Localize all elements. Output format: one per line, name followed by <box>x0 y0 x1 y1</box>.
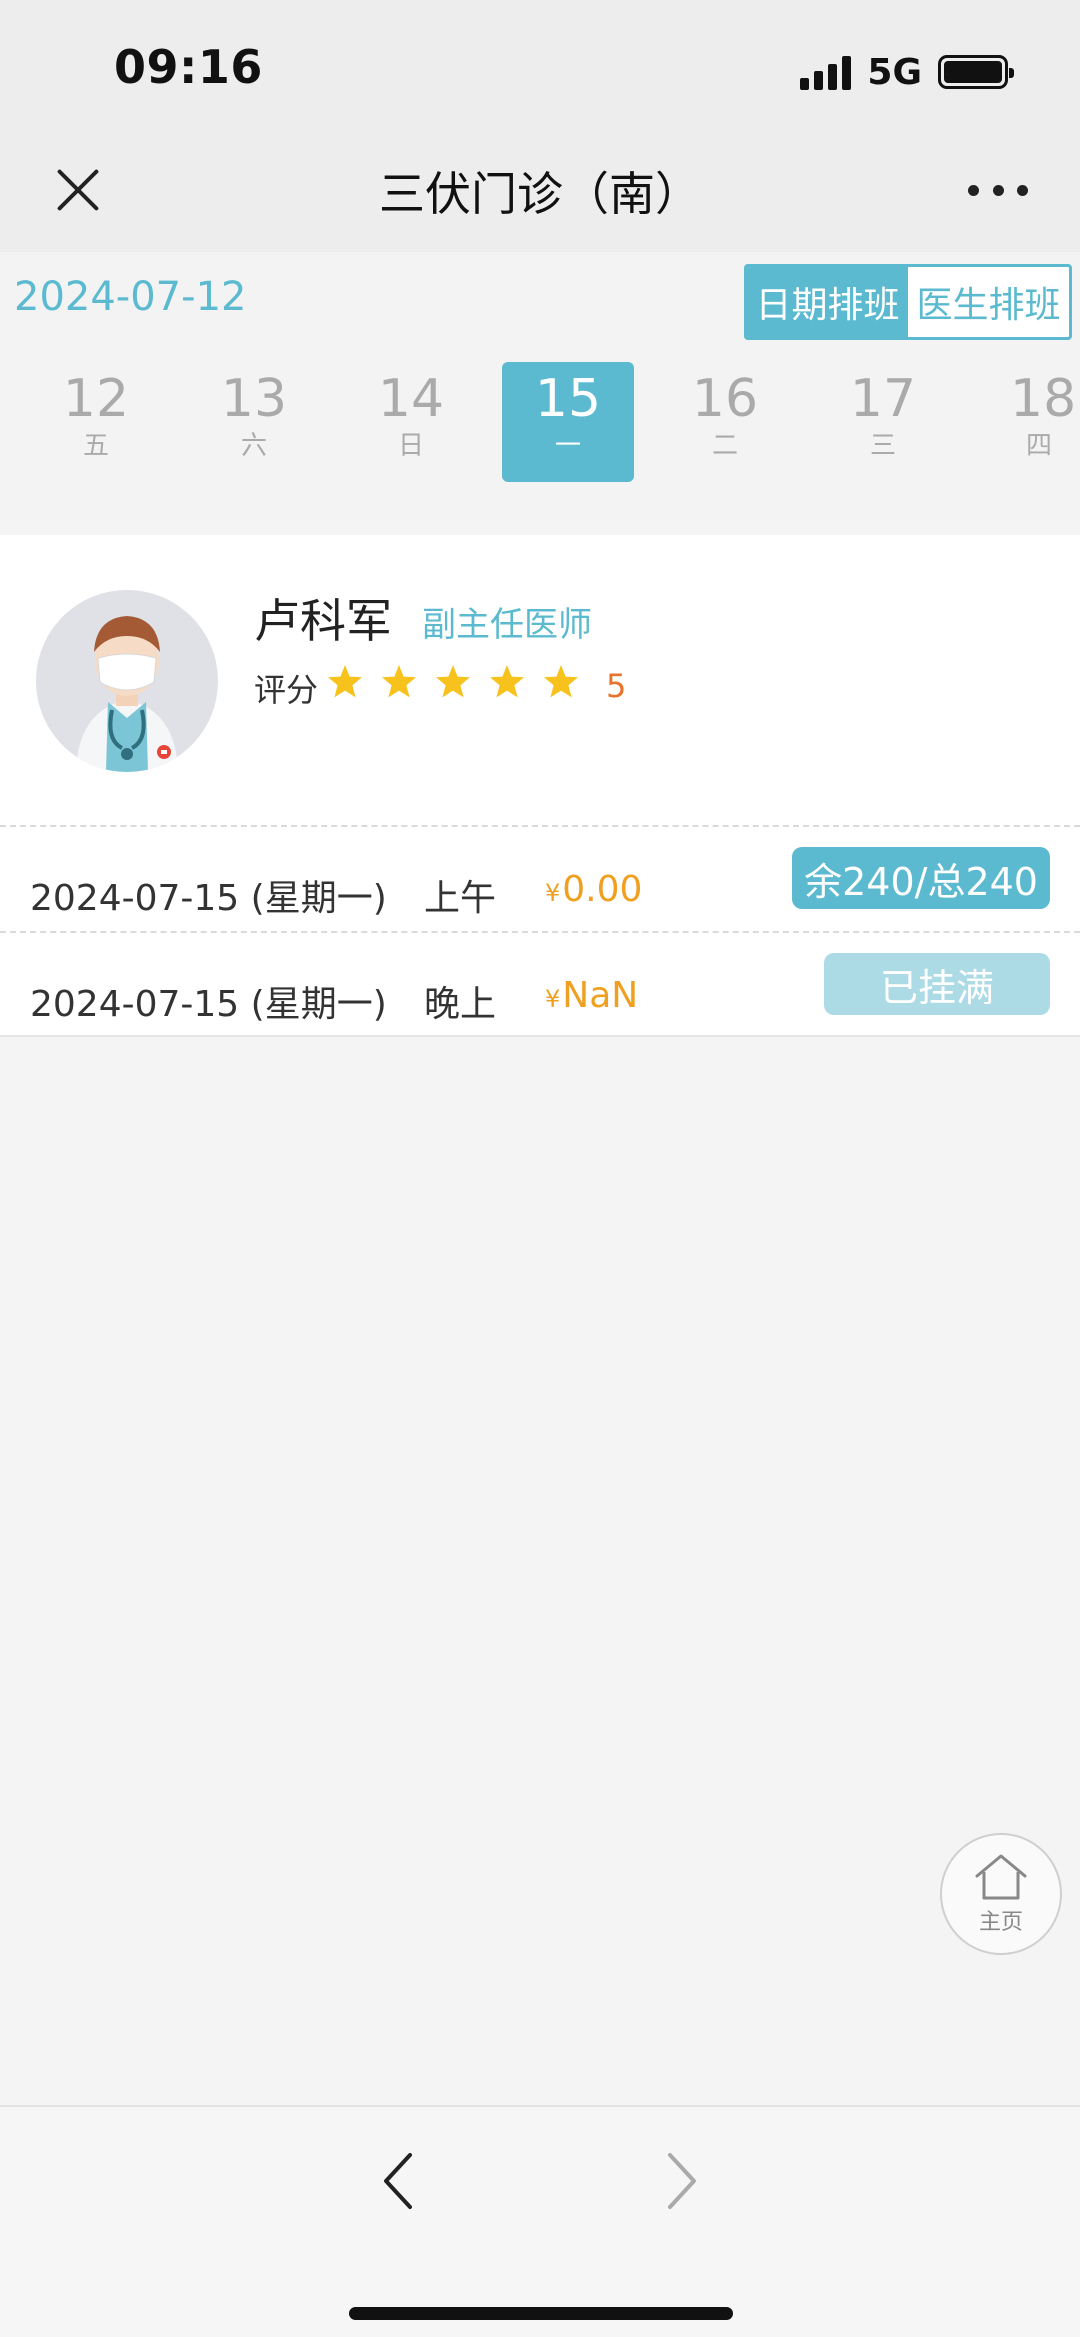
top-header: 09:16 5G 三伏门诊（南） <box>0 0 1080 252</box>
schedule-date: 2024-07-15 (星期一) <box>30 878 387 919</box>
star-icon <box>544 665 578 698</box>
network-label: 5G <box>867 51 922 93</box>
day-item[interactable]: 17 三 <box>817 362 949 482</box>
schedule-list: 2024-07-15 (星期一) 上午 ¥0.00 余240/总240 2024… <box>0 825 1080 1037</box>
schedule-date: 2024-07-15 (星期一) <box>30 984 387 1025</box>
doctor-name: 卢科军 <box>254 594 392 648</box>
home-indicator <box>349 2307 733 2320</box>
day-item[interactable]: 13 六 <box>188 362 320 482</box>
slot-availability-badge[interactable]: 余240/总240 <box>792 847 1050 909</box>
tab-doctor-schedule[interactable]: 医生排班 <box>908 267 1069 337</box>
doctor-card[interactable]: 卢科军 副主任医师 评分 5 <box>0 535 1080 825</box>
day-item[interactable]: 16 二 <box>659 362 791 482</box>
tab-date-schedule[interactable]: 日期排班 <box>747 267 908 337</box>
rating-value: 5 <box>606 667 627 705</box>
battery-icon <box>938 55 1014 89</box>
day-item[interactable]: 18 四 <box>974 362 1080 482</box>
signal-icon <box>800 54 852 90</box>
more-options-button[interactable] <box>968 180 1028 200</box>
current-date: 2024-07-12 <box>14 274 247 320</box>
star-icon <box>490 665 524 698</box>
page-title: 三伏门诊（南） <box>379 167 701 221</box>
rating-stars <box>326 663 580 701</box>
doctor-avatar <box>36 590 218 772</box>
schedule-period: 晚上 <box>424 984 497 1025</box>
schedule-price: ¥NaN <box>545 975 639 1016</box>
slot-full-badge: 已挂满 <box>824 953 1050 1015</box>
back-arrow-icon[interactable] <box>376 2149 420 2213</box>
rating-label: 评分 <box>254 671 319 709</box>
browser-toolbar <box>0 2105 1080 2337</box>
home-icon <box>975 1854 1027 1900</box>
star-icon <box>328 665 362 698</box>
schedule-price: ¥0.00 <box>545 869 643 910</box>
date-bar: 2024-07-12 日期排班 医生排班 12 五 13 六 14 日 15 一 16 二… <box>0 252 1080 527</box>
star-icon <box>436 665 470 698</box>
star-icon <box>382 665 416 698</box>
forward-arrow-icon[interactable] <box>660 2149 704 2213</box>
doctor-title: 副主任医师 <box>422 605 592 645</box>
status-icons: 5G <box>800 50 1014 94</box>
day-item[interactable]: 14 日 <box>345 362 477 482</box>
schedule-mode-toggle: 日期排班 医生排班 <box>744 264 1072 340</box>
day-item-selected[interactable]: 15 一 <box>502 362 634 482</box>
day-strip: 12 五 13 六 14 日 15 一 16 二 17 三 18 四 <box>0 362 1080 486</box>
schedule-row[interactable]: 2024-07-15 (星期一) 晚上 ¥NaN 已挂满 <box>0 931 1080 1037</box>
day-item[interactable]: 12 五 <box>30 362 162 482</box>
home-button[interactable]: 主页 <box>940 1833 1062 1955</box>
home-label: 主页 <box>978 1910 1023 1935</box>
status-time: 09:16 <box>114 40 263 94</box>
schedule-period: 上午 <box>424 878 497 919</box>
schedule-row[interactable]: 2024-07-15 (星期一) 上午 ¥0.00 余240/总240 <box>0 825 1080 931</box>
